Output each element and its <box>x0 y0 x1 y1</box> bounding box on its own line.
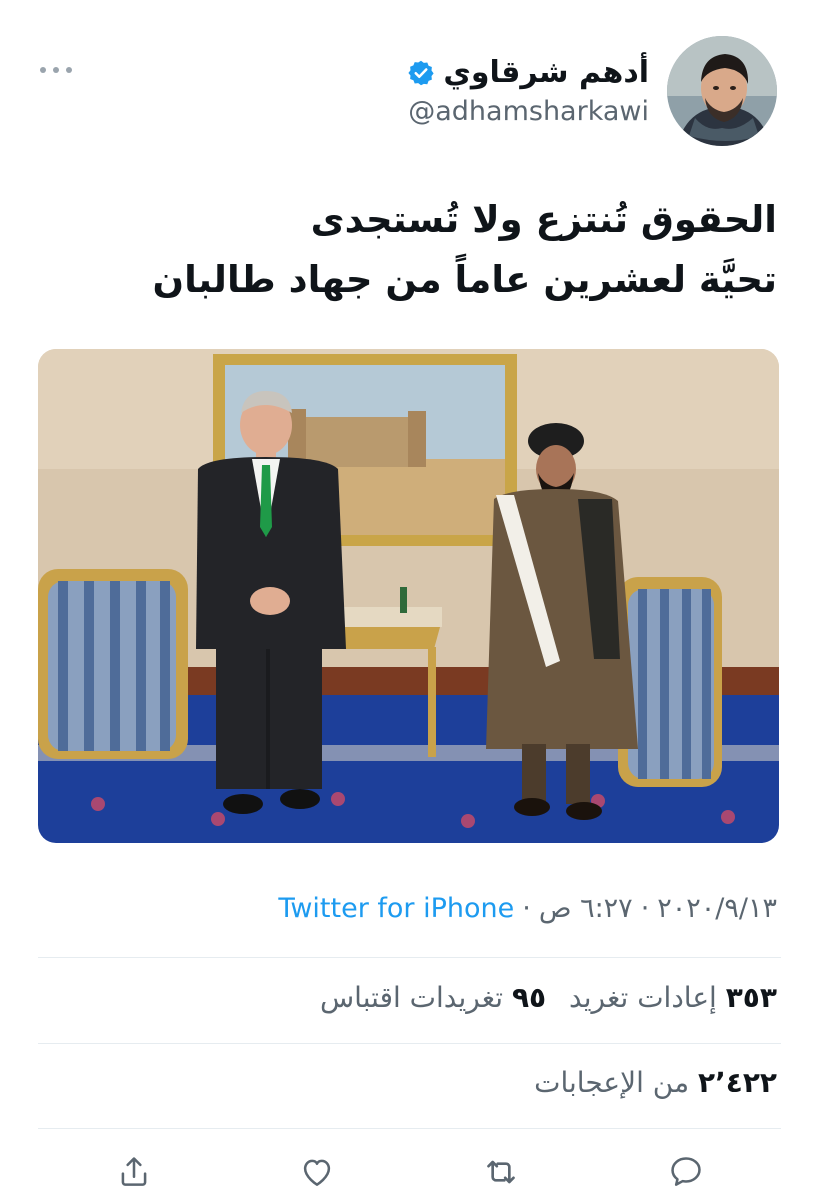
likes-label: من الإعجابات <box>534 1066 690 1099</box>
reply-button[interactable] <box>664 1150 708 1194</box>
tweet-text-line: الحقوق تُنتزع ولا تُستجدى <box>310 198 777 241</box>
tweet-text: الحقوق تُنتزع ولا تُستجدى تحيَّة لعشرين … <box>77 190 777 310</box>
author-handle[interactable]: @adhamsharkawi <box>407 96 649 127</box>
tweet-engagement-stats: ٣٥٣ إعادات تغريد ٩٥ تغريدات اقتباس <box>306 981 777 1014</box>
tweet-timestamp: ٢٠٢٠/٩/١٣·٦:٢٧ ص·Twitter for iPhone <box>278 893 777 924</box>
share-icon <box>121 1157 147 1186</box>
tweet-action-bar <box>0 1150 817 1198</box>
meta-separator: · <box>522 893 531 924</box>
tweet-author: أدهم شرقاوي @adhamsharkawi <box>407 36 777 146</box>
retweets-label: إعادات تغريد <box>569 981 717 1014</box>
more-dot-icon <box>40 67 46 73</box>
retweet-button[interactable] <box>479 1150 523 1194</box>
avatar-image <box>667 36 777 146</box>
meta-separator: · <box>640 893 650 924</box>
more-options-button[interactable] <box>38 58 74 82</box>
retweets-stat[interactable]: ٣٥٣ إعادات تغريد <box>569 981 777 1014</box>
quotes-count: ٩٥ <box>511 981 547 1014</box>
more-dot-icon <box>53 67 59 73</box>
divider <box>38 1128 781 1129</box>
divider <box>38 1043 781 1044</box>
likes-stat[interactable]: ٢٬٤٢٢ من الإعجابات <box>534 1066 777 1099</box>
tweet-text-line: تحيَّة لعشرين عاماً من جهاد طالبان <box>152 258 777 301</box>
retweet-icon <box>487 1160 515 1184</box>
more-dot-icon <box>66 67 72 73</box>
share-button[interactable] <box>112 1150 156 1194</box>
likes-stat-row: ٢٬٤٢٢ من الإعجابات <box>520 1066 777 1099</box>
photo-image <box>38 349 779 843</box>
tweet-date: ٢٠٢٠/٩/١٣ <box>657 893 777 924</box>
author-display-name[interactable]: أدهم شرقاوي <box>443 55 649 90</box>
reply-icon <box>671 1157 701 1186</box>
quotes-label: تغريدات اقتباس <box>319 981 504 1014</box>
retweets-count: ٣٥٣ <box>725 981 777 1014</box>
like-button[interactable] <box>295 1150 339 1194</box>
likes-count: ٢٬٤٢٢ <box>698 1066 777 1099</box>
tweet-source-link[interactable]: Twitter for iPhone <box>278 893 514 924</box>
divider <box>38 957 781 958</box>
like-icon <box>303 1159 331 1186</box>
avatar[interactable] <box>667 36 777 146</box>
tweet-time: ٦:٢٧ ص <box>538 893 633 924</box>
quotes-stat[interactable]: ٩٥ تغريدات اقتباس <box>320 981 546 1014</box>
verified-badge-icon <box>407 59 435 87</box>
tweet-photo[interactable] <box>38 349 779 843</box>
